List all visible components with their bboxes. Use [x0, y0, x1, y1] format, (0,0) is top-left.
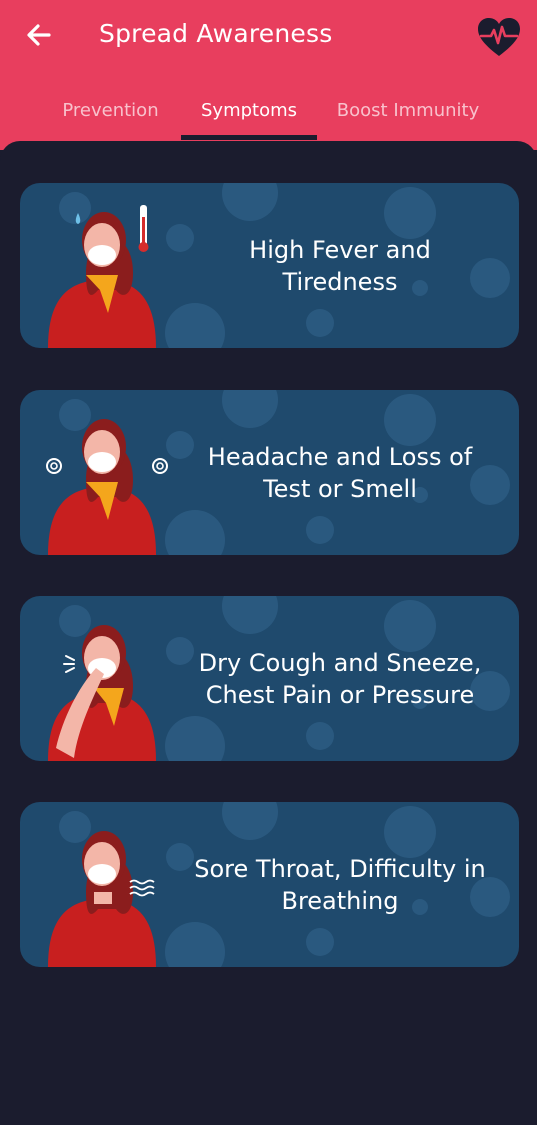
symptom-text: High Fever and Tiredness: [249, 235, 431, 296]
symptom-card-cough[interactable]: Dry Cough and Sneeze, Chest Pain or Pres…: [20, 596, 519, 761]
symptom-card-sore-throat[interactable]: Sore Throat, Difficulty in Breathing: [20, 802, 519, 967]
woman-headache-illustration: [46, 419, 168, 555]
app-header: Spread Awareness Prevention Symptoms Boo…: [0, 0, 537, 150]
woman-coughing-illustration: [48, 625, 156, 761]
tab-symptoms[interactable]: Symptoms: [181, 98, 317, 124]
tab-prevention[interactable]: Prevention: [48, 98, 173, 124]
tab-indicator: [181, 135, 317, 140]
page-title: Spread Awareness: [99, 19, 333, 48]
tab-boost-immunity[interactable]: Boost Immunity: [330, 98, 486, 124]
symptom-text: Headache and Loss of Test or Smell: [207, 442, 473, 503]
symptoms-list[interactable]: High Fever and Tiredness Headache and Lo…: [0, 141, 537, 1125]
arrow-left-icon[interactable]: [22, 18, 56, 52]
heartbeat-icon[interactable]: [476, 16, 522, 58]
woman-breathing-illustration: [48, 831, 156, 967]
symptom-text: Sore Throat, Difficulty in Breathing: [194, 854, 486, 915]
symptom-card-fever[interactable]: High Fever and Tiredness: [20, 183, 519, 348]
woman-fever-illustration: [48, 205, 156, 348]
symptom-card-headache[interactable]: Headache and Loss of Test or Smell: [20, 390, 519, 555]
symptom-text: Dry Cough and Sneeze, Chest Pain or Pres…: [198, 648, 482, 709]
